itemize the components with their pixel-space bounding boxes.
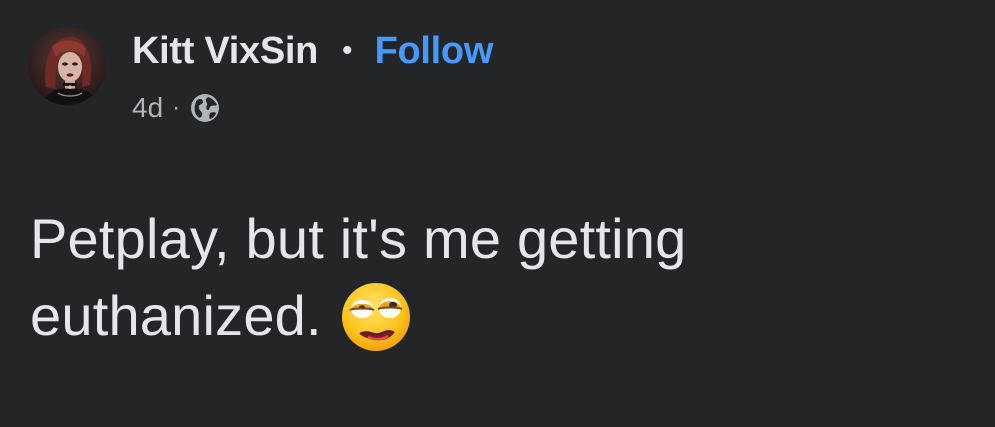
face-with-rolling-eyes-icon [338,279,414,355]
meta-separator: · [172,94,181,121]
avatar-image [28,27,106,105]
follow-button[interactable]: Follow [375,30,494,73]
post-meta: 4d · [132,90,221,126]
post-timestamp[interactable]: 4d [132,92,163,124]
author-name[interactable]: Kitt VixSin [132,30,318,73]
globe-icon[interactable] [189,92,221,124]
post-header: Kitt VixSin • Follow [132,26,493,76]
post-card: Kitt VixSin • Follow 4d · Petplay, but i… [0,0,995,427]
avatar[interactable] [28,27,106,105]
header-separator: • [342,34,353,67]
post-body: Petplay, but it's me getting euthanized. [30,200,960,355]
